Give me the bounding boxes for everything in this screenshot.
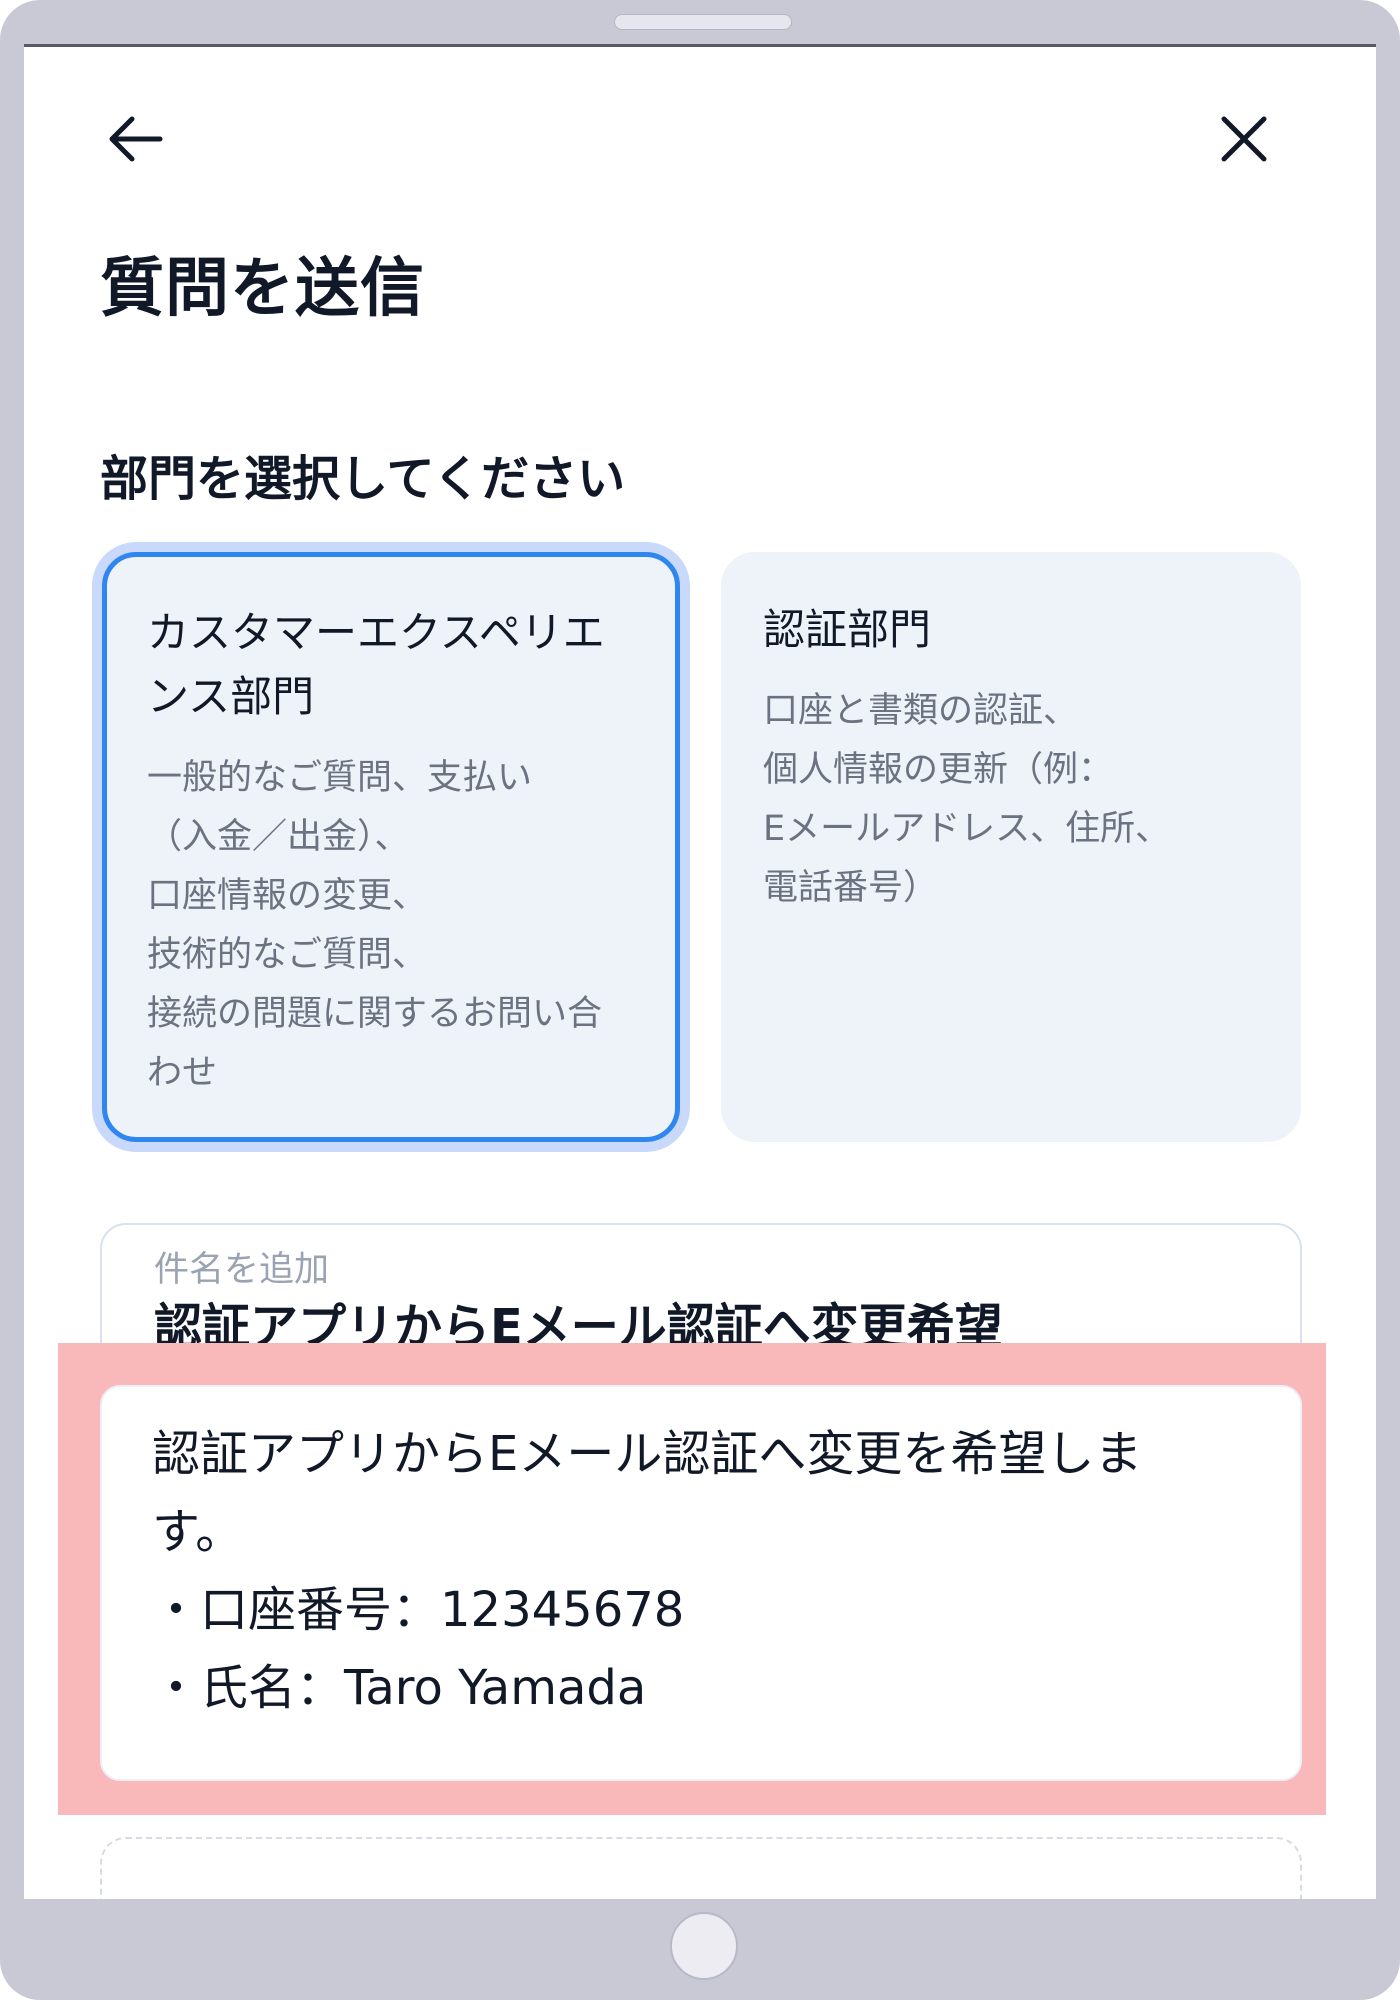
message-line: ・口座番号：12345678 bbox=[152, 1582, 685, 1638]
department-card-description: 一般的なご質問、支払い （入金／出金）、 口座情報の変更、 技術的なご質問、 接… bbox=[147, 758, 603, 1093]
home-button[interactable] bbox=[670, 1912, 738, 1980]
department-card-verification[interactable]: 認証部門 口座と書類の認証、 個人情報の更新（例： Eメールアドレス、住所、 電… bbox=[721, 552, 1301, 1142]
subject-placeholder: 件名を追加 bbox=[154, 1250, 330, 1290]
department-card-title: カスタマーエクスペリエンス部門 bbox=[147, 608, 605, 721]
message-line: す。 bbox=[152, 1504, 244, 1560]
message-textarea[interactable]: 認証アプリからEメール認証へ変更を希望しま す。 ・口座番号：12345678 … bbox=[100, 1385, 1302, 1781]
arrow-left-icon bbox=[109, 116, 163, 162]
department-card-customer-experience[interactable]: カスタマーエクスペリエンス部門 一般的なご質問、支払い （入金／出金）、 口座情… bbox=[102, 552, 680, 1142]
close-icon bbox=[1221, 116, 1267, 162]
page-title: 質問を送信 bbox=[100, 252, 425, 326]
screen: 質問を送信 部門を選択してください カスタマーエクスペリエンス部門 一般的なご質… bbox=[24, 44, 1376, 1899]
close-button[interactable] bbox=[1204, 99, 1284, 179]
message-line: 認証アプリからEメール認証へ変更を希望しま bbox=[152, 1426, 1143, 1482]
back-button[interactable] bbox=[96, 99, 176, 179]
message-line: ・氏名：Taro Yamada bbox=[152, 1660, 647, 1716]
tablet-frame: 質問を送信 部門を選択してください カスタマーエクスペリエンス部門 一般的なご質… bbox=[0, 0, 1400, 2000]
department-card-title: 認証部門 bbox=[763, 605, 932, 654]
department-prompt: 部門を選択してください bbox=[100, 451, 626, 507]
department-card-description: 口座と書類の認証、 個人情報の更新（例： Eメールアドレス、住所、 電話番号） bbox=[763, 691, 1171, 908]
speaker-slot bbox=[614, 14, 792, 30]
attachment-field[interactable] bbox=[100, 1837, 1302, 1899]
